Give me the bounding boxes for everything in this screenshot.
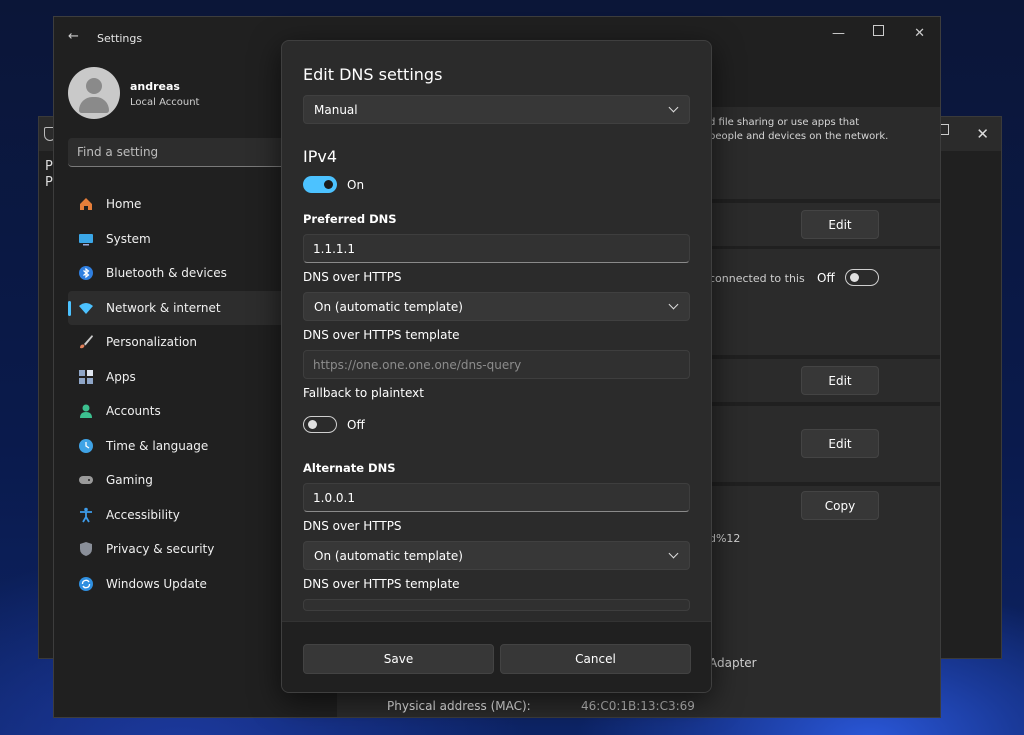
sidebar-item-network-internet[interactable]: Network & internet [68,290,308,325]
accessibility-icon [77,506,95,524]
sidebar-item-label: Time & language [106,438,209,453]
doh-template-input[interactable]: https://one.one.one.one/dns-query [303,350,690,379]
app-title: Settings [97,32,143,45]
copy-button[interactable]: Copy [801,491,879,520]
dns-mode-dropdown[interactable]: Manual [303,95,690,124]
sidebar-item-label: Apps [106,369,136,384]
sidebar-item-bluetooth-devices[interactable]: Bluetooth & devices [68,256,308,291]
update-icon [77,575,95,593]
back-arrow-icon[interactable]: ← [68,29,79,44]
sidebar-item-gaming[interactable]: Gaming [68,463,308,498]
sidebar-item-time-language[interactable]: Time & language [68,429,308,464]
account-type: Local Account [130,97,200,108]
sidebar-item-label: Windows Update [106,576,207,591]
fallback-toggle-label: Off [347,418,365,432]
home-icon [77,195,95,213]
sidebar-item-label: Gaming [106,473,153,488]
mac-value: 46:C0:1B:13:C3:69 [581,699,695,713]
sidebar-item-accessibility[interactable]: Accessibility [68,498,308,533]
close-icon[interactable]: ✕ [976,125,989,143]
search-placeholder: Find a setting [77,145,159,159]
sidebar-item-label: Network & internet [106,300,221,315]
connected-text: connected to this [709,272,805,285]
close-icon[interactable]: ✕ [914,26,925,41]
maximize-icon[interactable] [873,25,884,36]
sidebar-item-personalization[interactable]: Personalization [68,325,308,360]
sidebar-item-label: Privacy & security [106,542,215,557]
user-name: andreas [130,80,180,93]
adapter-text: Adapter [709,656,757,670]
alt-doh-template-label: DNS over HTTPS template [303,577,460,591]
cancel-button[interactable]: Cancel [500,644,691,674]
toggle-switch[interactable] [845,269,879,286]
preferred-dns-label: Preferred DNS [303,212,397,226]
ipv4-toggle[interactable] [303,176,337,193]
alt-doh-template-input[interactable] [303,599,690,611]
doh-label: DNS over HTTPS [303,270,402,284]
sidebar-item-label: Accessibility [106,507,180,522]
fallback-toggle[interactable] [303,416,337,433]
alternate-dns-label: Alternate DNS [303,461,396,475]
edit-button[interactable]: Edit [801,429,879,458]
mac-label: Physical address (MAC): [387,699,531,713]
dialog-footer: Save Cancel [282,621,711,692]
bluetooth-icon [77,264,95,282]
sidebar-item-label: System [106,231,151,246]
sidebar-item-accounts[interactable]: Accounts [68,394,308,429]
alt-doh-label: DNS over HTTPS [303,519,402,533]
toggle-state-label: Off [817,271,835,285]
sidebar-nav: Home System Bluetooth & devices Network & i… [68,187,308,601]
brush-icon [77,333,95,351]
edit-dns-dialog: Edit DNS settings Manual IPv4 On Preferr… [281,40,712,693]
avatar [68,67,120,119]
chevron-down-icon [668,548,679,559]
alternate-dns-input[interactable]: 1.0.0.1 [303,483,690,512]
sidebar-item-apps[interactable]: Apps [68,360,308,395]
monitor-icon [77,230,95,248]
chevron-down-icon [668,102,679,113]
sidebar-item-home[interactable]: Home [68,187,308,222]
sidebar-item-label: Accounts [106,404,161,419]
sidebar-item-system[interactable]: System [68,222,308,257]
person-icon [77,402,95,420]
sidebar-item-label: Home [106,197,142,212]
ipv4-toggle-label: On [347,178,365,192]
preferred-dns-input[interactable]: 1.1.1.1 [303,234,690,263]
doh-template-label: DNS over HTTPS template [303,328,460,342]
edit-button[interactable]: Edit [801,210,879,239]
ipv6-address-suffix: d%12 [709,532,741,545]
ipv4-heading: IPv4 [303,147,338,166]
shield-icon [77,540,95,558]
sidebar-item-label: Bluetooth & devices [106,266,227,281]
wifi-icon [77,299,95,317]
chevron-down-icon [668,299,679,310]
apps-icon [77,368,95,386]
sidebar-item-label: Personalization [106,335,197,350]
sharing-description: d file sharing or use apps that people a… [709,117,889,142]
fallback-label: Fallback to plaintext [303,386,424,400]
alt-doh-dropdown[interactable]: On (automatic template) [303,541,690,570]
globe-clock-icon [77,437,95,455]
edit-button[interactable]: Edit [801,366,879,395]
save-button[interactable]: Save [303,644,494,674]
sidebar-item-privacy-security[interactable]: Privacy & security [68,532,308,567]
search-input[interactable]: Find a setting [68,138,296,167]
background-window-text: P P [45,159,53,190]
dialog-title: Edit DNS settings [303,65,443,84]
doh-dropdown[interactable]: On (automatic template) [303,292,690,321]
sidebar-item-windows-update[interactable]: Windows Update [68,567,308,602]
gamepad-icon [77,471,95,489]
dropdown-value: Manual [314,102,358,117]
minimize-icon[interactable]: — [832,26,845,41]
